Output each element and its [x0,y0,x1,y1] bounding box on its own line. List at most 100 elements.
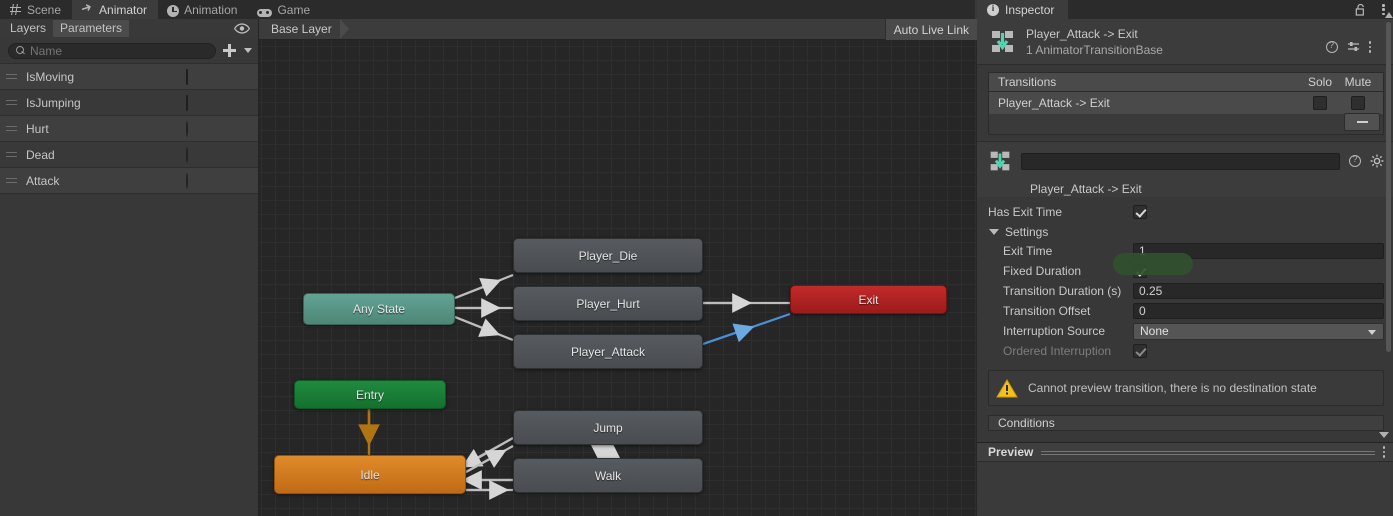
interruption-source-dropdown[interactable]: None [1133,322,1384,340]
row-ordered-interruption: Ordered Interruption [988,341,1384,361]
interruption-source-value: None [1140,324,1169,338]
warning-icon [996,378,1018,398]
trigger-radio[interactable] [186,120,188,137]
transition-list-item[interactable]: Player_Attack -> Exit [989,92,1383,114]
warning-text: Cannot preview transition, there is no d… [1028,381,1317,395]
state-node-player-die[interactable]: Player_Die [513,238,703,273]
state-node-label: Player_Hurt [576,296,640,311]
state-node-player-attack[interactable]: Player_Attack [513,334,703,369]
drag-handle-icon[interactable] [6,177,17,185]
parameter-row-ismoving[interactable]: IsMoving [0,64,258,90]
solo-checkbox[interactable] [1313,96,1327,110]
search-input[interactable] [30,43,208,58]
parameter-row-dead[interactable]: Dead [0,142,258,168]
transition-name-input[interactable] [1021,152,1340,170]
state-node-label: Exit [858,292,879,307]
page-title: Player_Attack -> Exit [1026,26,1138,41]
state-node-label: Any State [352,302,406,316]
inspector-scrollbar[interactable] [1385,12,1393,436]
bool-checkbox[interactable] [186,94,188,111]
interruption-source-label: Interruption Source [1003,324,1106,338]
state-node-idle[interactable]: Idle [274,455,466,494]
chevron-down-icon [989,228,999,235]
gear-icon[interactable] [1370,154,1384,168]
search-input-wrapper[interactable] [8,42,216,59]
transition-duration-input[interactable]: 0.25 [1133,283,1384,299]
scrollbar-thumb[interactable] [1386,22,1391,352]
animator-state-machine-graph[interactable]: Base Layer Auto Live Link Any State Play… [259,19,977,516]
drag-handle-icon[interactable] [6,151,17,159]
state-node-player-hurt[interactable]: Player_Hurt [513,286,703,321]
state-node-any-state[interactable]: Any State [303,293,455,325]
state-node-label: Walk [594,468,622,483]
help-icon[interactable] [1325,40,1338,53]
parameter-row-isjumping[interactable]: IsJumping [0,90,258,116]
auto-live-link-button[interactable]: Auto Live Link [884,19,977,40]
preset-icon[interactable] [1347,41,1360,53]
transition-subtitle: Player_Attack -> Exit [1030,182,1142,196]
animator-arrow-icon [81,3,94,16]
state-node-jump[interactable]: Jump [513,410,703,445]
parameter-row-attack[interactable]: Attack [0,168,258,194]
window-tab-bar: Scene Animator Animation Game [0,0,975,19]
mute-checkbox[interactable] [1351,96,1365,110]
drag-handle-icon[interactable] [6,73,17,81]
transition-item-label: Player_Attack -> Exit [998,96,1110,110]
transitions-header-row: Transitions Solo Mute [989,73,1383,92]
chevron-down-icon[interactable] [244,48,252,53]
trigger-radio[interactable] [186,146,188,163]
inspector-header-menu-icon[interactable] [1368,41,1371,53]
add-parameter-button[interactable] [222,43,237,58]
row-transition-offset[interactable]: Transition Offset 0 [988,301,1384,321]
layers-tab-button[interactable]: Layers [3,20,53,37]
tab-inspector[interactable]: Inspector [977,0,1069,19]
preview-header[interactable]: Preview [977,443,1393,462]
tab-animation[interactable]: Animation [158,0,248,19]
parameter-name: Hurt [26,121,49,136]
preview-body [977,462,1393,516]
gamepad-icon [257,8,273,17]
state-node-walk[interactable]: Walk [513,458,703,493]
parameter-list: IsMoving IsJumping Hurt Dead Attack [0,63,258,194]
tab-scene[interactable]: Scene [0,0,72,19]
inspector-tab-bar: Inspector [977,0,1393,19]
parameter-name: Dead [26,147,55,162]
ordered-interruption-label: Ordered Interruption [1003,344,1112,358]
bool-checkbox[interactable] [186,68,188,85]
settings-foldout[interactable]: Settings [988,222,1384,241]
eye-icon[interactable] [234,23,250,34]
tab-animator[interactable]: Animator [72,0,159,19]
inspector-header-icons [1325,40,1371,53]
preview-warning-box: Cannot preview transition, there is no d… [988,370,1384,406]
drag-handle-icon[interactable] [6,99,17,107]
fixed-duration-label: Fixed Duration [1003,264,1082,278]
preview-label: Preview [988,445,1034,459]
auto-live-link-label: Auto Live Link [893,22,969,37]
layers-tab-label: Layers [10,21,47,35]
parameter-row-hurt[interactable]: Hurt [0,116,258,142]
scroll-up-icon[interactable] [1385,12,1393,18]
tab-game[interactable]: Game [248,0,321,19]
transition-offset-input[interactable]: 0 [1133,303,1384,319]
trigger-radio[interactable] [186,172,188,189]
lock-icon[interactable] [1355,3,1366,16]
state-node-label: Entry [355,387,384,402]
drag-handle-icon[interactable] [6,125,17,133]
state-node-entry[interactable]: Entry [294,380,446,409]
state-node-exit[interactable]: Exit [790,285,947,314]
parameters-tab-button[interactable]: Parameters [53,20,130,37]
breadcrumb[interactable]: Base Layer [259,19,336,40]
parameter-name: IsMoving [26,69,75,84]
tab-inspector-label: Inspector [1005,2,1055,17]
row-transition-duration[interactable]: Transition Duration (s) 0.25 [988,281,1384,301]
row-interruption-source[interactable]: Interruption Source None [988,321,1384,341]
help-icon-small[interactable] [1349,154,1361,167]
preview-menu-icon[interactable] [1382,446,1385,458]
tab-animator-label: Animator [99,2,148,17]
grid-icon [9,3,22,16]
has-exit-time-checkbox[interactable] [1133,205,1147,219]
remove-transition-button[interactable] [1344,113,1380,131]
state-node-label: Jump [593,420,623,435]
row-has-exit-time[interactable]: Has Exit Time [988,202,1384,222]
conditions-section[interactable]: Conditions [988,415,1384,431]
